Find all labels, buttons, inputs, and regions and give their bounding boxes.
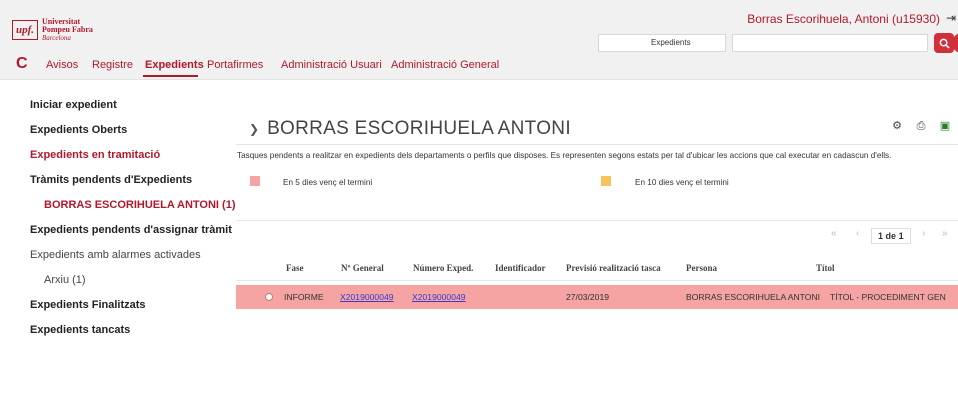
legend-label-5-dies: En 5 dies venç el termini bbox=[283, 178, 373, 187]
sidebar-item-expedients-en-tramitacio[interactable]: Expedients en tramitació bbox=[30, 149, 160, 161]
logout-icon[interactable]: ⇥ bbox=[946, 11, 956, 25]
legend-swatch-10-dies bbox=[601, 176, 611, 186]
column-header-numero-exped[interactable]: Número Exped. bbox=[413, 263, 473, 273]
search-icon bbox=[939, 38, 950, 49]
refresh-icon[interactable]: C bbox=[16, 55, 28, 73]
search-button[interactable] bbox=[934, 33, 954, 53]
logo-mark: upf. bbox=[12, 20, 38, 40]
cell-titol: TÍTOL - PROCEDIMENT GEN bbox=[830, 292, 946, 302]
sidebar-item-borras-escorihuela[interactable]: BORRAS ESCORIHUELA ANTONI (1) bbox=[44, 199, 236, 211]
cell-persona: BORRAS ESCORIHUELA ANTONI bbox=[686, 292, 821, 302]
nav-administracio-usuari[interactable]: Administració Usuari bbox=[281, 59, 382, 71]
divider bbox=[236, 220, 958, 221]
cell-previsio: 27/03/2019 bbox=[566, 292, 610, 302]
page-title: BORRAS ESCORIHUELA ANTONI bbox=[267, 118, 571, 139]
prev-page-icon[interactable]: ‹ bbox=[856, 228, 859, 244]
next-page-icon[interactable]: › bbox=[922, 228, 925, 244]
cell-numero-exped-link[interactable]: X2019000049 bbox=[412, 292, 466, 302]
legend-swatch-5-dies bbox=[250, 176, 260, 186]
page-title-row: ❯ BORRAS ESCORIHUELA ANTONI bbox=[249, 118, 571, 140]
row-status-icon bbox=[265, 293, 273, 301]
sidebar-item-tramits-pendents[interactable]: Tràmits pendents d'Expedients bbox=[30, 174, 192, 186]
nav-portafirmes[interactable]: Portafirmes bbox=[207, 59, 263, 71]
nav-administracio-general[interactable]: Administració General bbox=[391, 59, 499, 71]
sidebar-item-pendents-assignar[interactable]: Expedients pendents d'assignar tràmit bbox=[30, 224, 232, 236]
column-header-fase[interactable]: Fase bbox=[286, 263, 304, 273]
cell-n-general-link[interactable]: X2019000049 bbox=[340, 292, 394, 302]
sidebar-item-alarmes-activades[interactable]: Expedients amb alarmes activades bbox=[30, 249, 201, 261]
current-page: 1 bbox=[878, 231, 884, 241]
description-text: Tasques pendents a realitzar en expedien… bbox=[237, 151, 892, 160]
legend-label-10-dies: En 10 dies venç el termini bbox=[635, 178, 729, 187]
active-tab-indicator bbox=[143, 75, 198, 77]
column-header-titol[interactable]: Títol bbox=[816, 263, 835, 273]
sidebar-item-tancats[interactable]: Expedients tancats bbox=[30, 324, 130, 336]
column-header-previsio[interactable]: Previsió realització tasca bbox=[566, 263, 661, 273]
sidebar-item-arxiu[interactable]: Arxiu (1) bbox=[44, 274, 86, 286]
user-name-link[interactable]: Borras Escorihuela, Antoni (u15930) bbox=[747, 12, 940, 26]
logo-line-3: Barcelona bbox=[42, 34, 71, 42]
column-header-n-general[interactable]: Nº General bbox=[341, 263, 384, 273]
nav-registre[interactable]: Registre bbox=[92, 59, 133, 71]
total-pages: 1 bbox=[898, 231, 904, 241]
column-header-persona[interactable]: Persona bbox=[686, 263, 717, 273]
column-header-identificador[interactable]: Identificador bbox=[495, 263, 546, 273]
excel-export-icon[interactable]: ▣ bbox=[939, 120, 951, 132]
chevron-down-icon[interactable]: ❯ bbox=[249, 122, 259, 136]
sidebar-item-finalitzats[interactable]: Expedients Finalitzats bbox=[30, 299, 146, 311]
last-page-icon[interactable]: » bbox=[942, 228, 948, 244]
print-icon[interactable]: ⎙ bbox=[915, 120, 927, 132]
sidebar-item-expedients-oberts[interactable]: Expedients Oberts bbox=[30, 124, 127, 136]
first-page-icon[interactable]: « bbox=[831, 228, 837, 244]
upf-logo[interactable]: upf. Universitat Pompeu Fabra Barcelona bbox=[12, 18, 93, 42]
divider bbox=[236, 280, 958, 281]
page-indicator[interactable]: 1 de 1 bbox=[871, 228, 911, 244]
nav-avisos[interactable]: Avisos bbox=[46, 59, 78, 71]
settings-icon[interactable]: ⚙ bbox=[891, 120, 903, 132]
nav-expedients[interactable]: Expedients bbox=[145, 59, 204, 71]
cell-fase: INFORME bbox=[284, 292, 324, 302]
search-scope-select[interactable]: Expedients bbox=[598, 34, 726, 52]
divider bbox=[236, 144, 958, 145]
sidebar-item-iniciar-expedient[interactable]: Iniciar expedient bbox=[30, 99, 117, 111]
logo-line-2: Pompeu Fabra bbox=[42, 25, 93, 34]
page-of-label: de bbox=[885, 231, 897, 241]
search-input[interactable] bbox=[732, 34, 928, 52]
